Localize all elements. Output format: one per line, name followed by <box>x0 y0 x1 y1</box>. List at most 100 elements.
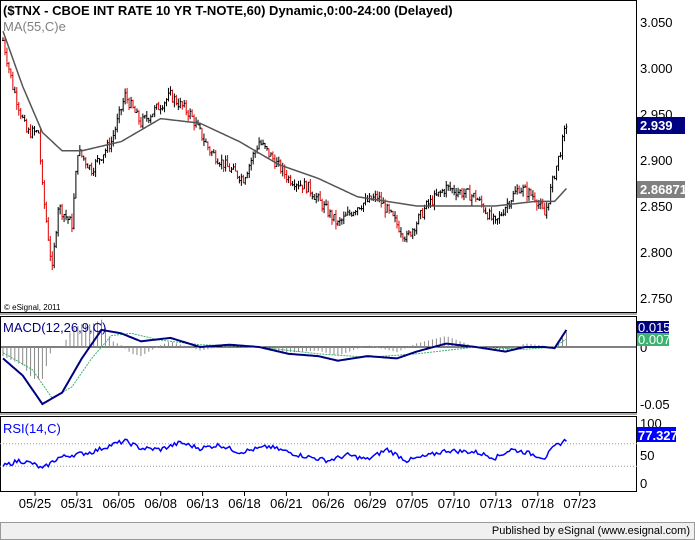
price-bar <box>392 210 395 217</box>
price-bar <box>70 213 73 233</box>
price-bar <box>348 209 351 216</box>
footer: Published by eSignal (www.esignal.com) <box>0 522 695 540</box>
price-bar <box>319 191 322 201</box>
price-bar <box>555 165 558 181</box>
price-tick-label: 2.800 <box>640 245 673 260</box>
price-bar <box>498 211 501 224</box>
price-bar <box>518 185 521 194</box>
price-bar <box>242 174 245 184</box>
price-bar <box>527 187 530 201</box>
price-bar <box>362 202 365 212</box>
price-bar <box>200 127 203 141</box>
price-bar <box>240 173 243 186</box>
x-tick-label: 06/13 <box>186 496 219 511</box>
price-bar <box>445 181 448 198</box>
price-bar <box>342 211 345 225</box>
price-bar <box>82 155 85 161</box>
price-bar <box>443 188 446 197</box>
price-bar <box>461 187 464 199</box>
price-bar <box>181 100 184 110</box>
price-bar <box>143 114 146 119</box>
moving-average-line <box>2 30 567 207</box>
price-bar <box>466 187 469 190</box>
price-bar <box>531 190 534 200</box>
rsi-panel <box>0 416 637 492</box>
price-bar <box>474 189 477 203</box>
price-bar <box>61 204 64 220</box>
price-bar <box>269 152 272 157</box>
price-bar <box>547 202 550 211</box>
price-bar <box>228 163 231 172</box>
price-bar <box>447 184 450 191</box>
price-bar <box>67 216 70 224</box>
price-bar <box>539 198 542 210</box>
price-bar <box>21 114 24 119</box>
price-bar <box>330 209 333 225</box>
price-bar <box>206 141 209 151</box>
price-bar <box>98 158 101 165</box>
price-bar <box>390 209 393 213</box>
price-bar <box>133 105 136 114</box>
price-bar <box>305 180 308 194</box>
price-bar <box>53 242 56 269</box>
price-bar <box>43 180 46 209</box>
price-bar <box>289 174 292 186</box>
price-bar <box>360 205 363 211</box>
price-bar <box>37 130 40 134</box>
price-bar <box>159 104 162 115</box>
price-bar <box>116 113 119 133</box>
price-bar <box>425 200 428 210</box>
price-bar <box>267 148 270 159</box>
price-bar <box>409 231 412 237</box>
price-bar <box>411 228 414 240</box>
price-bar <box>90 162 93 176</box>
price-bar <box>307 181 310 193</box>
price-bar <box>208 146 211 156</box>
price-bar <box>453 184 456 196</box>
price-bar <box>403 236 406 243</box>
price-bar <box>344 211 347 217</box>
price-bar <box>31 125 34 139</box>
price-bar <box>216 158 219 165</box>
price-bar <box>470 194 473 206</box>
price-bar <box>264 142 267 149</box>
price-bar <box>439 190 442 197</box>
price-bar <box>169 86 172 96</box>
price-tick-label: 3.000 <box>640 61 673 76</box>
macd-label: MACD(12,26,9,C) <box>3 320 106 335</box>
price-bar <box>165 98 168 107</box>
price-bar <box>230 167 233 173</box>
price-bar <box>161 105 164 111</box>
price-bar <box>86 163 89 169</box>
price-bar <box>478 196 481 202</box>
price-bar <box>279 159 282 174</box>
price-bar <box>545 202 548 219</box>
price-bar <box>102 154 105 164</box>
x-tick-label: 05/31 <box>61 496 94 511</box>
price-bar <box>149 114 152 124</box>
price-bar <box>459 189 462 195</box>
x-tick-label: 07/05 <box>396 496 429 511</box>
price-bar <box>468 184 471 201</box>
macd-signal-line <box>2 332 567 399</box>
price-bar <box>214 150 217 165</box>
price-bar <box>500 212 503 217</box>
price-bar <box>301 184 304 194</box>
price-bar <box>106 139 109 153</box>
chart-canvas[interactable]: 3.0503.0002.9502.9002.8502.8002.7502.939… <box>0 0 695 540</box>
price-tick-label: 3.050 <box>640 15 673 30</box>
price-bar <box>472 192 475 198</box>
price-bar <box>72 193 75 230</box>
price-bar <box>183 100 186 108</box>
price-bar <box>423 204 426 220</box>
price-bar <box>5 47 8 67</box>
price-bar <box>41 159 44 185</box>
price-bar <box>419 209 422 220</box>
price-bar <box>561 134 564 160</box>
price-bar <box>35 129 38 133</box>
price-bar <box>212 149 215 154</box>
price-bar <box>309 178 312 197</box>
price-bar <box>506 198 509 213</box>
price-bar <box>153 105 156 118</box>
price-bar <box>135 108 138 114</box>
